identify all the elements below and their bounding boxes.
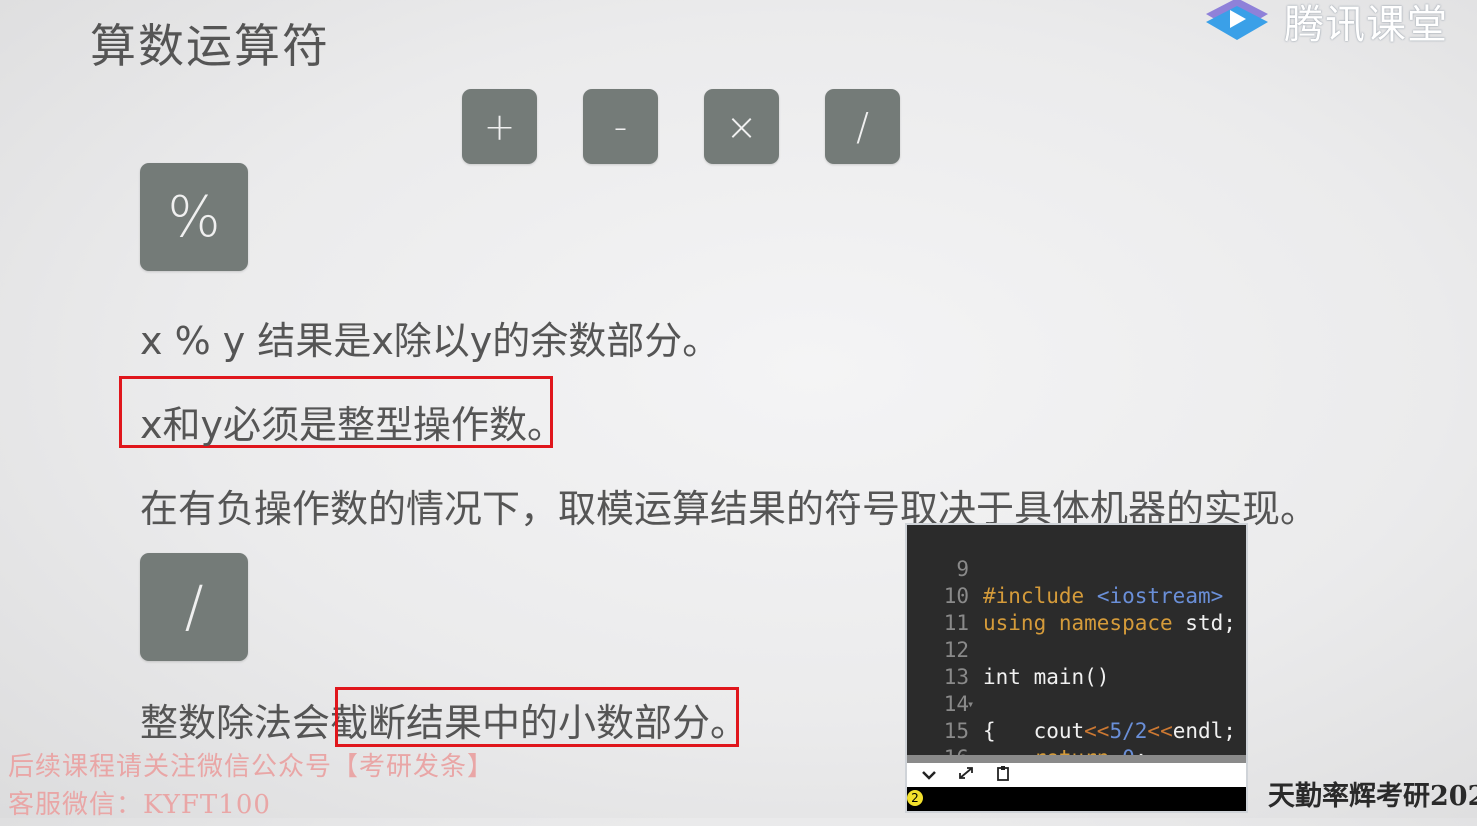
plus-key: +	[462, 89, 537, 164]
minus-key: -	[583, 89, 658, 164]
watermark-line1: 后续课程请关注微信公众号【考研发条】	[8, 752, 495, 782]
divide-desc-prefix: 整数除法会	[140, 701, 331, 745]
clipboard-icon[interactable]	[995, 765, 1011, 785]
code-line: 10 using namespace std;	[907, 556, 1246, 635]
times-key: ×	[704, 89, 779, 164]
output-badge: 2	[907, 790, 923, 806]
expand-icon[interactable]	[957, 765, 975, 785]
code-editor[interactable]: 9 #include <iostream> 10 using namespace…	[905, 523, 1248, 813]
divide-key-large: /	[140, 553, 248, 661]
editor-scrollbar[interactable]	[907, 755, 1246, 763]
code-line: 12 int main()	[907, 610, 1246, 689]
code-line: 14 cout<<5/2<<endl;	[907, 664, 1246, 743]
code-line: 15 return 0;	[907, 691, 1246, 770]
code-line: 16 }	[907, 718, 1246, 797]
slide-title: 算数运算符	[90, 19, 330, 73]
play-logo-icon	[1206, 0, 1268, 40]
editor-toolbar	[907, 763, 1246, 787]
brand-footer: 天勤率辉考研202	[1268, 781, 1477, 812]
modulo-description: x % y 结果是x除以y的余数部分。	[140, 319, 721, 363]
code-line: 13 ▾ {	[907, 637, 1246, 743]
chevron-down-icon[interactable]	[921, 766, 937, 785]
modulo-rule: x和y必须是整型操作数。	[140, 403, 565, 447]
code-line: 11	[907, 583, 1246, 635]
logo-text: 腾讯课堂	[1284, 2, 1448, 48]
watermark-line2: 客服微信：KYFT100	[8, 790, 271, 820]
divide-key: /	[825, 89, 900, 164]
highlight-box-truncate	[335, 687, 739, 747]
modulo-key: %	[140, 163, 248, 271]
code-line: 9 #include <iostream>	[907, 529, 1246, 608]
tencent-classroom-logo: 腾讯课堂	[1200, 0, 1477, 52]
editor-output-panel: 2	[907, 787, 1246, 811]
